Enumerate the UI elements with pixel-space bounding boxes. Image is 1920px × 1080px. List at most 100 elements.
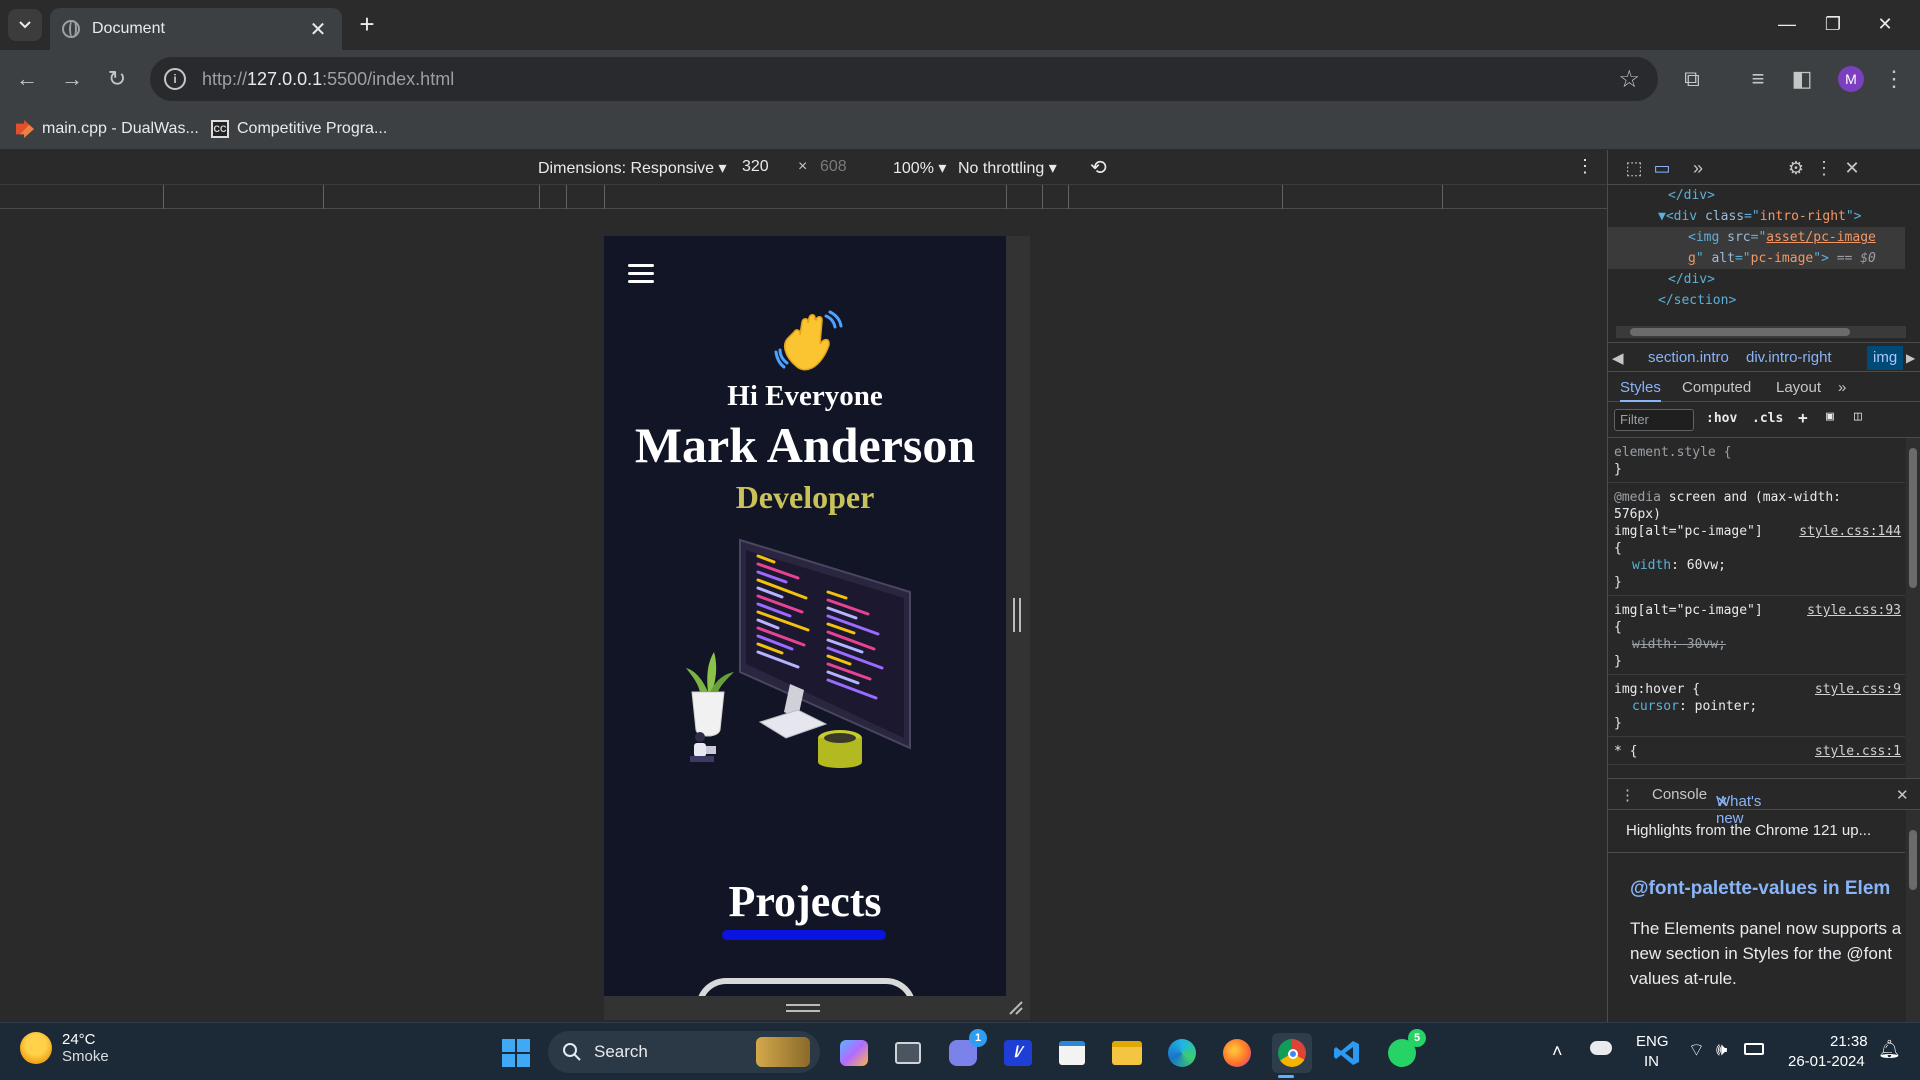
sidebar-toggle-icon[interactable]: ◫ [1854, 409, 1862, 424]
firefox-icon[interactable] [1217, 1033, 1257, 1073]
breadcrumb-section-intro[interactable]: section.intro [1648, 349, 1729, 366]
more-subtabs-icon[interactable]: » [1838, 379, 1846, 396]
new-tab-button[interactable]: + [352, 10, 382, 40]
dom-node-line[interactable]: </section> [1608, 290, 1905, 311]
microsoft-store-icon[interactable] [1052, 1033, 1092, 1073]
edge-icon[interactable] [1162, 1033, 1202, 1073]
dom-node-line[interactable]: ▼<div class="intro-right"> [1608, 206, 1905, 227]
file-explorer-icon[interactable] [1107, 1033, 1147, 1073]
style-rule-overridden[interactable]: img[alt="pc-image"] style.css:93 { width:… [1608, 596, 1905, 675]
pc-image[interactable] [678, 532, 934, 788]
bookmark-competitive[interactable]: CC Competitive Progra... [211, 116, 387, 142]
minimize-button[interactable]: — [1764, 8, 1810, 40]
notification-bell-icon[interactable]: 🔔︎ [1878, 1039, 1901, 1060]
dom-node-line[interactable]: <img src="asset/pc-image [1608, 227, 1905, 248]
breadcrumb-img[interactable]: img [1867, 346, 1904, 370]
breadcrumb-div-intro-right[interactable]: div.intro-right [1746, 349, 1832, 366]
width-input[interactable]: 320 [742, 158, 769, 176]
dom-tree[interactable]: </div> ▼<div class="intro-right"> <img src… [1608, 185, 1905, 325]
dom-node-line[interactable]: </div> [1608, 185, 1905, 206]
devtools-menu-icon[interactable]: ⋮ [1812, 156, 1836, 180]
height-input[interactable]: 608 [820, 158, 847, 176]
project-card[interactable] [696, 978, 916, 996]
tab-document[interactable]: Document ✕ [50, 8, 342, 50]
resize-handle-bottom-icon[interactable] [786, 1004, 820, 1012]
hamburger-menu-icon[interactable] [628, 264, 654, 284]
dom-node-line[interactable]: g" alt="pc-image"> == $0 [1608, 248, 1905, 269]
side-panel-icon[interactable]: ◧ [1786, 63, 1818, 95]
address-bar[interactable]: i http://127.0.0.1:5500/index.html ☆ [150, 57, 1658, 101]
resize-handle-icon[interactable] [1013, 598, 1021, 632]
highlights-text[interactable]: Highlights from the Chrome 121 up... [1626, 822, 1871, 839]
source-link[interactable]: style.css:93 [1807, 602, 1901, 619]
device-more-icon[interactable]: ⋮ [1576, 156, 1594, 177]
task-view-icon[interactable] [888, 1033, 928, 1073]
vscode-icon[interactable] [1327, 1033, 1367, 1073]
tab-styles[interactable]: Styles [1620, 379, 1661, 402]
clock-time[interactable]: 21:38 [1830, 1033, 1868, 1050]
menu-icon[interactable]: ⋮ [1878, 63, 1910, 95]
inspect-element-icon[interactable]: ⬚ [1622, 156, 1646, 180]
throttling-select[interactable]: No throttling ▾ [958, 158, 1057, 178]
profile-avatar[interactable]: M [1838, 66, 1864, 92]
more-tabs-icon[interactable]: » [1686, 156, 1710, 180]
close-drawer-icon[interactable]: ✕ [1896, 786, 1909, 804]
source-link[interactable]: style.css:9 [1815, 681, 1901, 698]
styles-scrollbar[interactable] [1906, 438, 1920, 778]
dom-node-line[interactable]: </div> [1608, 269, 1905, 290]
weather-widget[interactable]: 24°C Smoke [20, 1031, 109, 1065]
style-rule-element[interactable]: element.style { } [1608, 438, 1905, 483]
tab-console[interactable]: Console [1652, 786, 1707, 803]
paint-icon[interactable]: ▣ [1826, 409, 1834, 424]
media-control-icon[interactable]: ≡ [1742, 63, 1774, 95]
onedrive-cloud-icon[interactable] [1590, 1041, 1612, 1055]
device-toggle-icon[interactable]: ▭ [1650, 156, 1674, 180]
drawer-scrollbar[interactable] [1906, 810, 1920, 1022]
bookmark-dualwas[interactable]: main.cpp - DualWas... [16, 116, 199, 142]
hover-state-toggle[interactable]: :hov [1706, 411, 1737, 426]
style-rule-media[interactable]: @media screen and (max-width: 576px) img… [1608, 483, 1905, 596]
breadcrumb-forward-icon[interactable]: ▶ [1906, 351, 1915, 365]
style-rule-universal[interactable]: * {style.css:1 [1608, 737, 1905, 765]
wifi-icon[interactable]: ⌔ [1688, 1039, 1705, 1062]
url-text[interactable]: http://127.0.0.1:5500/index.html [202, 69, 1618, 90]
battery-icon[interactable] [1744, 1043, 1764, 1055]
class-toggle[interactable]: .cls [1752, 411, 1783, 426]
tab-layout[interactable]: Layout [1776, 379, 1821, 396]
dom-horizontal-scrollbar[interactable] [1616, 326, 1906, 338]
windows-start-icon[interactable] [496, 1033, 536, 1073]
close-tab-icon[interactable]: ✕ [306, 17, 330, 42]
tab-computed[interactable]: Computed [1682, 379, 1751, 396]
zoom-select[interactable]: 100% ▾ [893, 158, 946, 178]
styles-filter-input[interactable]: Filter [1614, 409, 1694, 431]
close-tab-icon[interactable]: ✕ [1716, 793, 1729, 811]
extensions-icon[interactable]: ⧉ [1676, 63, 1708, 95]
breadcrumb-back-icon[interactable]: ◀ [1612, 349, 1624, 367]
drawer-menu-icon[interactable]: ⋮ [1620, 786, 1635, 804]
teams-chat-icon[interactable]: 1 [943, 1029, 987, 1073]
settings-gear-icon[interactable]: ⚙ [1784, 156, 1808, 180]
reload-icon[interactable]: ↻ [101, 63, 133, 95]
tray-chevron-up-icon[interactable]: ˄ [1552, 1041, 1563, 1062]
tab-search-button[interactable] [8, 9, 42, 41]
corner-resize-icon[interactable] [1006, 998, 1026, 1018]
new-rule-icon[interactable]: + [1798, 408, 1808, 427]
dimensions-select[interactable]: Dimensions: Responsive ▾ [538, 158, 727, 178]
clock-date[interactable]: 26-01-2024 [1788, 1053, 1865, 1070]
visual-studio-icon[interactable]: /∕ [998, 1033, 1038, 1073]
language-indicator[interactable]: ENG [1636, 1033, 1669, 1050]
chrome-icon[interactable] [1272, 1033, 1312, 1073]
back-icon[interactable]: ← [11, 63, 43, 95]
site-info-icon[interactable]: i [164, 68, 186, 90]
whatsapp-icon[interactable]: 5 [1382, 1029, 1426, 1073]
close-devtools-icon[interactable]: ✕ [1840, 156, 1864, 180]
source-link[interactable]: style.css:144 [1799, 523, 1901, 540]
restore-button[interactable]: ❐ [1810, 8, 1856, 40]
close-window-button[interactable]: ✕ [1862, 8, 1908, 40]
taskbar-search[interactable]: Search [548, 1031, 820, 1073]
volume-icon[interactable]: 🕪 [1716, 1039, 1727, 1060]
style-rule-hover[interactable]: img:hover {style.css:9 cursor: pointer; … [1608, 675, 1905, 737]
feature-title[interactable]: @font-palette-values in Elem [1630, 878, 1890, 900]
bookmark-star-icon[interactable]: ☆ [1618, 65, 1640, 94]
copilot-icon[interactable] [834, 1033, 874, 1073]
